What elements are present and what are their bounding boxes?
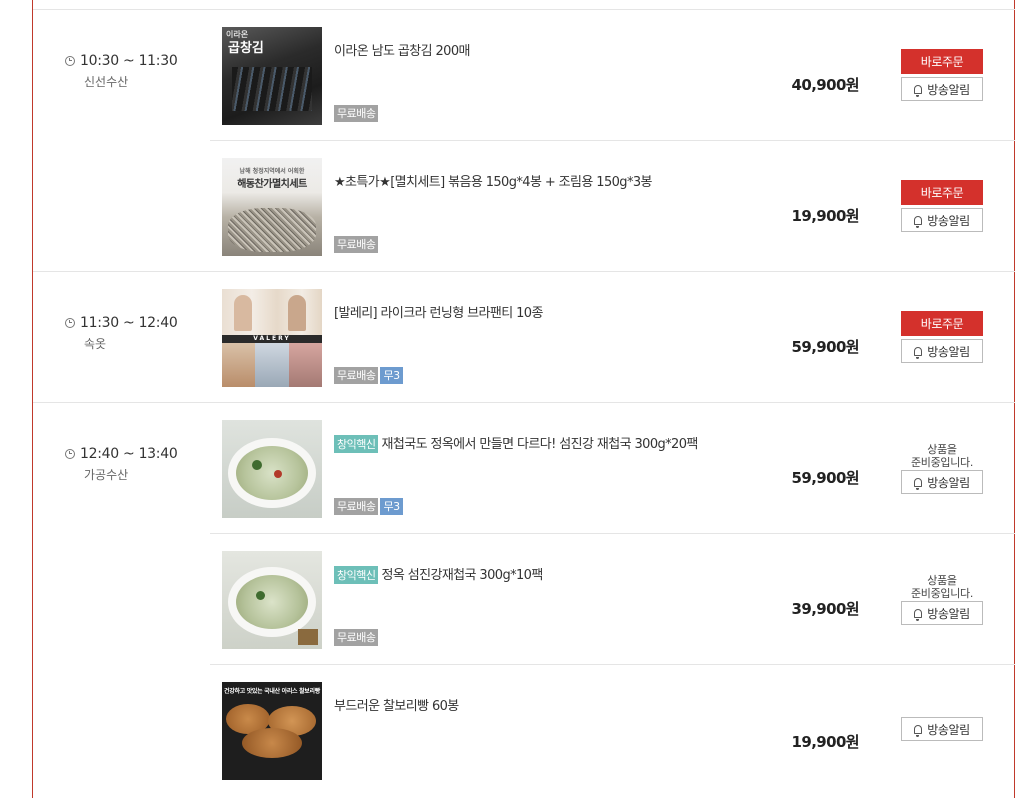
product-price: 39,900원 [791, 600, 860, 618]
slot-time: 11:30 ~ 12:40 [80, 315, 178, 331]
alarm-label: 방송알림 [927, 475, 970, 490]
clock-icon [65, 318, 75, 328]
broadcast-alarm-button[interactable]: 방송알림 [901, 717, 983, 741]
product-row: 이라온 곱창김 이라온 남도 곱창김 200매 무료배송 40,900원 바로주… [210, 10, 1015, 141]
installment-badge: 무3 [380, 498, 403, 515]
bell-icon [914, 724, 923, 737]
free-shipping-badge: 무료배송 [334, 367, 379, 384]
slot-category: 가공수산 [84, 468, 129, 482]
product-image[interactable]: 건강하고 맛있는 국내산 아리스 찰보리빵 [222, 682, 322, 780]
alarm-label: 방송알림 [927, 213, 970, 228]
product-image-title: VALERY [253, 335, 291, 342]
broadcast-alarm-button[interactable]: 방송알림 [901, 77, 983, 101]
time-slot: 11:30 ~ 12:40 속옷 [65, 315, 178, 352]
product-price: 59,900원 [791, 338, 860, 356]
product-row: 창익핵신 정옥 섬진강재첩국 300g*10팩 무료배송 39,900원 상품을 … [210, 534, 1015, 665]
preparing-line: 준비중입니다. [910, 587, 974, 600]
alarm-label: 방송알림 [927, 344, 970, 359]
preparing-notice: 상품을 준비중입니다. [901, 574, 983, 600]
order-button[interactable]: 바로주문 [901, 311, 983, 336]
free-shipping-badge: 무료배송 [334, 105, 379, 122]
product-name-text: 재첩국도 정옥에서 만들면 다르다! 섬진강 재첩국 300g*20팩 [381, 437, 698, 452]
product-image[interactable]: 이라온 곱창김 [222, 27, 322, 125]
slot-time: 10:30 ~ 11:30 [80, 53, 178, 69]
product-price: 19,900원 [791, 733, 860, 751]
free-shipping-badge: 무료배송 [334, 498, 379, 515]
product-price: 19,900원 [791, 207, 860, 225]
product-name[interactable]: 창익핵신 재첩국도 정옥에서 만들면 다르다! 섬진강 재첩국 300g*20팩 [334, 433, 698, 453]
slot-category: 속옷 [84, 337, 107, 351]
product-price: 40,900원 [791, 76, 860, 94]
product-image-title: 곱창김 [228, 41, 264, 56]
bell-icon [914, 346, 923, 359]
product-row: 남해 청정지역에서 어획한 해동찬가멸치세트 ★초특가★[멸치세트] 볶음용 1… [210, 141, 1015, 272]
product-row: 창익핵신 재첩국도 정옥에서 만들면 다르다! 섬진강 재첩국 300g*20팩 … [210, 403, 1015, 534]
preparing-line: 상품을 [927, 443, 957, 456]
product-name-text: 정옥 섬진강재첩국 300g*10팩 [381, 568, 543, 583]
alarm-label: 방송알림 [927, 722, 970, 737]
product-name[interactable]: ★초특가★[멸치세트] 볶음용 150g*4봉 + 조림용 150g*3봉 [334, 171, 652, 190]
broadcast-alarm-button[interactable]: 방송알림 [901, 339, 983, 363]
product-row: VALERY [발레리] 라이크라 런닝형 브라팬티 10종 무료배송 무3 5… [210, 272, 1015, 403]
time-slot: 12:40 ~ 13:40 가공수산 [65, 446, 178, 483]
time-slot: 10:30 ~ 11:30 신선수산 [65, 53, 178, 90]
product-name[interactable]: 이라온 남도 곱창김 200매 [334, 40, 470, 59]
bell-icon [914, 477, 923, 490]
bell-icon [914, 608, 923, 621]
broadcast-alarm-button[interactable]: 방송알림 [901, 601, 983, 625]
product-image-caption: 남해 청정지역에서 어획한 [239, 168, 305, 175]
bell-icon [914, 215, 923, 228]
alarm-label: 방송알림 [927, 82, 970, 97]
product-image-title: 해동찬가멸치세트 [237, 179, 307, 190]
product-name[interactable]: [발레리] 라이크라 런닝형 브라팬티 10종 [334, 302, 543, 321]
brand-tag: 창익핵신 [334, 435, 379, 453]
brand-tag: 창익핵신 [334, 566, 379, 584]
preparing-line: 상품을 [927, 574, 957, 587]
product-price: 59,900원 [791, 469, 860, 487]
broadcast-alarm-button[interactable]: 방송알림 [901, 470, 983, 494]
clock-icon [65, 56, 75, 66]
product-image[interactable] [222, 420, 322, 518]
installment-badge: 무3 [380, 367, 403, 384]
product-image[interactable] [222, 551, 322, 649]
product-name[interactable]: 부드러운 찰보리빵 60봉 [334, 695, 459, 714]
product-row: 건강하고 맛있는 국내산 아리스 찰보리빵 부드러운 찰보리빵 60봉 19,9… [210, 665, 1015, 796]
free-shipping-badge: 무료배송 [334, 236, 379, 253]
clock-icon [65, 449, 75, 459]
slot-time: 12:40 ~ 13:40 [80, 446, 178, 462]
alarm-label: 방송알림 [927, 606, 970, 621]
product-image[interactable]: VALERY [222, 289, 322, 387]
broadcast-alarm-button[interactable]: 방송알림 [901, 208, 983, 232]
product-image-caption: 건강하고 맛있는 국내산 아리스 찰보리빵 [224, 688, 320, 695]
preparing-line: 준비중입니다. [910, 456, 974, 469]
bell-icon [914, 84, 923, 97]
free-shipping-badge: 무료배송 [334, 629, 379, 646]
slot-category: 신선수산 [84, 75, 129, 89]
order-button[interactable]: 바로주문 [901, 49, 983, 74]
preparing-notice: 상품을 준비중입니다. [901, 443, 983, 469]
order-button[interactable]: 바로주문 [901, 180, 983, 205]
product-name[interactable]: 창익핵신 정옥 섬진강재첩국 300g*10팩 [334, 564, 543, 584]
product-image[interactable]: 남해 청정지역에서 어획한 해동찬가멸치세트 [222, 158, 322, 256]
